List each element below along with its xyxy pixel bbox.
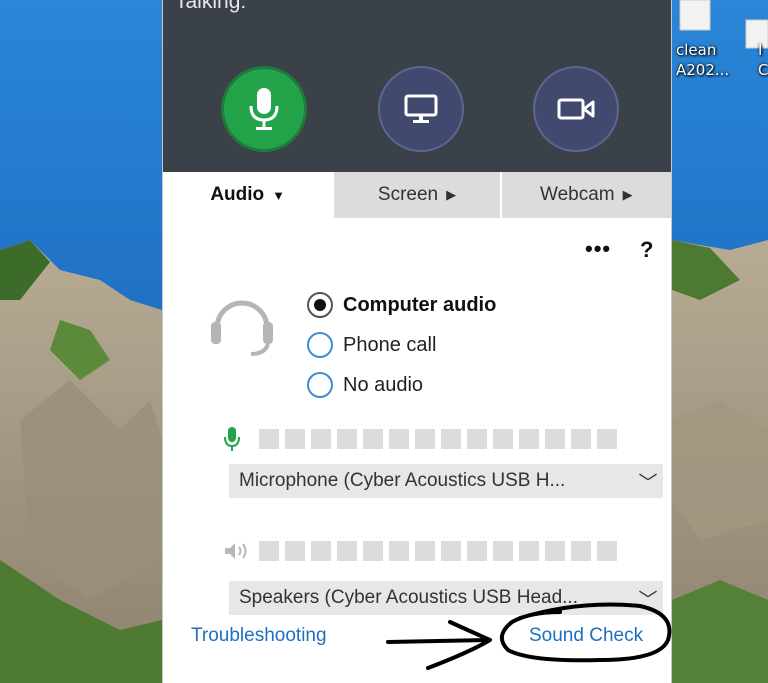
radio-label-computer-audio: Computer audio [343, 293, 497, 316]
chevron-down-icon: ﹀ [638, 472, 658, 494]
desktop-icon-label-line2: A202... [676, 61, 730, 79]
radio-selected-icon[interactable] [307, 292, 333, 318]
speaker-level-meter [223, 541, 623, 561]
speakers-select-value: Speakers (Cyber Acoustics USB Head... [239, 587, 578, 608]
tab-audio-label: Audio [210, 184, 265, 205]
headset-icon [211, 300, 273, 356]
camera-icon [557, 98, 595, 120]
radio-unselected-icon[interactable] [307, 372, 333, 398]
tab-bar: Audio ▼ Screen ▶ Webcam ▶ [163, 172, 671, 218]
tab-webcam-label: Webcam [540, 184, 615, 205]
header-bar: Talking: [163, 0, 671, 172]
microphone-select[interactable]: Microphone (Cyber Acoustics USB H... ﹀ [229, 464, 663, 498]
microphone-small-icon [224, 427, 240, 451]
tab-webcam[interactable]: Webcam ▶ [499, 172, 671, 218]
radio-label-no-audio: No audio [343, 373, 424, 396]
audio-panel: Talking: Audio ▼ Screen ▶ Webcam ▶ ••• ?… [162, 0, 672, 683]
sound-check-link[interactable]: Sound Check [529, 625, 643, 647]
chevron-down-icon: ﹀ [638, 589, 658, 611]
microphone-icon [249, 88, 279, 130]
more-options-button[interactable]: ••• [585, 236, 611, 262]
desktop-icon-label-line1: clean [676, 41, 717, 59]
mic-level-bars [259, 429, 623, 449]
tab-audio[interactable]: Audio ▼ [163, 172, 333, 218]
desktop-icon-label-2[interactable]: I C [758, 40, 768, 80]
speaker-level-bars [259, 541, 623, 561]
microphone-level-meter [223, 426, 623, 452]
speaker-icon [225, 543, 247, 559]
radio-unselected-icon[interactable] [307, 332, 333, 358]
radio-no-audio[interactable]: No audio [307, 372, 423, 398]
webcam-button[interactable] [533, 66, 619, 152]
troubleshooting-link[interactable]: Troubleshooting [191, 625, 327, 647]
caret-right-icon: ▶ [446, 187, 457, 202]
monitor-icon [404, 94, 438, 123]
talking-status: Talking: [175, 0, 247, 13]
microphone-button[interactable] [221, 66, 307, 152]
radio-label-phone-call: Phone call [343, 333, 437, 356]
screen-share-button[interactable] [378, 66, 464, 152]
desktop-icon2-label-line1: I [758, 41, 763, 59]
radio-phone-call[interactable]: Phone call [307, 332, 436, 358]
radio-computer-audio[interactable]: Computer audio [307, 292, 496, 318]
caret-right-icon: ▶ [622, 187, 633, 202]
speakers-select[interactable]: Speakers (Cyber Acoustics USB Head... ﹀ [229, 581, 663, 615]
microphone-select-value: Microphone (Cyber Acoustics USB H... [239, 470, 566, 491]
tab-screen[interactable]: Screen ▶ [332, 172, 500, 218]
help-button[interactable]: ? [640, 237, 653, 263]
tab-screen-label: Screen [377, 184, 439, 205]
desktop-icon-label[interactable]: clean A202... [676, 40, 729, 80]
desktop-icon2-label-line2: C [758, 61, 768, 79]
caret-down-icon: ▼ [272, 187, 286, 203]
